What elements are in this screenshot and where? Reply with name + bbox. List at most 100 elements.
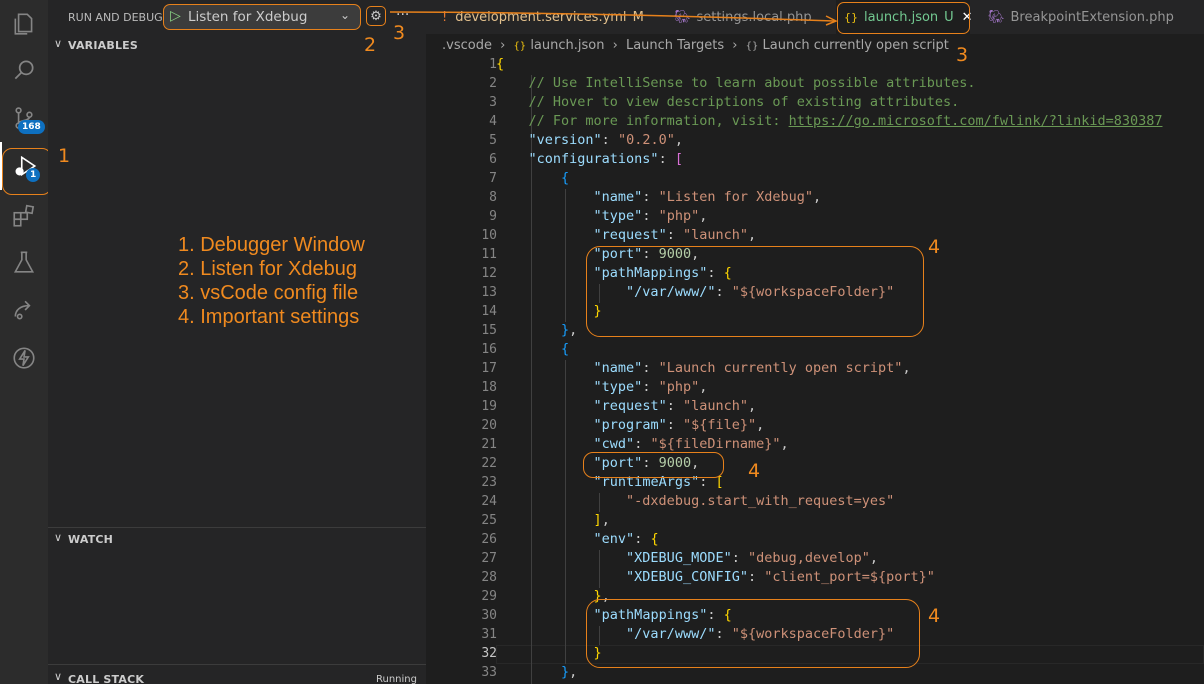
- line-number: 26: [481, 532, 497, 547]
- divider: [48, 664, 426, 665]
- search-icon[interactable]: [0, 46, 48, 94]
- line-number: 14: [481, 304, 497, 319]
- line-number: 8: [489, 190, 497, 205]
- annotation-3b: 3: [956, 44, 969, 66]
- remote-explorer-icon[interactable]: [0, 286, 48, 334]
- annotation-1: 1: [58, 145, 71, 167]
- object-icon: {}: [745, 41, 759, 52]
- line-number: 16: [481, 342, 497, 357]
- launch-json-highlight-box: [837, 2, 970, 34]
- call-stack-title: CALL STACK: [68, 673, 145, 684]
- line-number: 10: [481, 228, 497, 243]
- variables-title: VARIABLES: [68, 39, 138, 52]
- code-line[interactable]: {: [496, 341, 569, 357]
- line-number: 30: [481, 608, 497, 623]
- code-line[interactable]: },: [496, 322, 577, 338]
- debug-config-label: Listen for Xdebug: [188, 9, 308, 25]
- json-icon: {}: [513, 41, 527, 52]
- code-line[interactable]: // Hover to view descriptions of existin…: [496, 94, 960, 110]
- chevron-down-icon: ∨: [54, 531, 63, 544]
- line-number: 15: [481, 323, 497, 338]
- testing-icon[interactable]: [0, 238, 48, 286]
- legend-item-4: 4. Important settings: [178, 306, 360, 328]
- chevron-down-icon: ∨: [54, 37, 63, 50]
- chevron-right-icon: ›: [732, 38, 738, 53]
- code-line[interactable]: "type": "php",: [496, 379, 708, 395]
- explorer-icon[interactable]: [0, 0, 48, 48]
- code-line[interactable]: "program": "${file}",: [496, 417, 765, 433]
- debug-config-select[interactable]: ▷ Listen for Xdebug ⌄: [163, 4, 361, 30]
- code-line[interactable]: "XDEBUG_MODE": "debug,develop",: [496, 550, 878, 566]
- code-line[interactable]: // Use IntelliSense to learn about possi…: [496, 75, 976, 91]
- line-number: 3: [489, 95, 497, 110]
- line-number: 29: [481, 589, 497, 604]
- code-line[interactable]: "XDEBUG_CONFIG": "client_port=${port}": [496, 569, 935, 585]
- line-number: 2: [489, 76, 497, 91]
- chevron-right-icon: ›: [500, 38, 506, 53]
- code-line[interactable]: "request": "launch",: [496, 227, 757, 243]
- code-line[interactable]: {: [496, 56, 504, 72]
- activity-bar: 168 1: [0, 0, 52, 684]
- annotation-4b: 4: [748, 460, 761, 482]
- line-number: 25: [481, 513, 497, 528]
- legend-item-1: 1. Debugger Window: [178, 234, 365, 256]
- line-number: 17: [481, 361, 497, 376]
- tab-breakpoint-extension[interactable]: 🐘︎ BreakpointExtension.php: [970, 0, 1204, 34]
- line-number: 13: [481, 285, 497, 300]
- chevron-down-icon: ⌄: [340, 8, 351, 22]
- code-line[interactable]: "cwd": "${fileDirname}",: [496, 436, 789, 452]
- sidebar-title: RUN AND DEBUG: [68, 11, 163, 24]
- line-number: 31: [481, 627, 497, 642]
- line-number: 18: [481, 380, 497, 395]
- code-line[interactable]: "type": "php",: [496, 208, 708, 224]
- annotation-4c: 4: [928, 605, 941, 627]
- line-number: 21: [481, 437, 497, 452]
- legend-item-3: 3. vsCode config file: [178, 282, 359, 304]
- line-number: 1: [489, 57, 497, 72]
- line-number: 23: [481, 475, 497, 490]
- code-line[interactable]: "name": "Launch currently open script",: [496, 360, 911, 376]
- breadcrumb-item[interactable]: Launch Targets: [626, 38, 724, 53]
- debug-sidebar: RUN AND DEBUG ▷ Listen for Xdebug ⌄ ⚙ ··…: [48, 0, 426, 684]
- line-number: 4: [489, 114, 497, 129]
- extensions-icon[interactable]: [0, 192, 48, 240]
- code-line[interactable]: "configurations": [: [496, 151, 683, 167]
- settings-highlight-box: [586, 246, 924, 337]
- call-stack-section-header[interactable]: ∨ CALL STACK Running: [48, 668, 426, 684]
- watch-section-header[interactable]: ∨ WATCH: [48, 528, 426, 550]
- breadcrumb-item[interactable]: Launch currently open script: [763, 38, 949, 53]
- port-highlight-box: [583, 452, 724, 478]
- line-number: 11: [481, 247, 497, 262]
- line-number: 22: [481, 456, 497, 471]
- line-number: 12: [481, 266, 497, 281]
- code-line[interactable]: "env": {: [496, 531, 659, 547]
- code-editor[interactable]: 1{2 // Use IntelliSense to learn about p…: [426, 56, 1204, 684]
- source-control-icon[interactable]: 168: [0, 94, 48, 142]
- code-line[interactable]: "-dxdebug.start_with_request=yes": [496, 493, 894, 509]
- code-line[interactable]: "name": "Listen for Xdebug",: [496, 189, 822, 205]
- gear-icon[interactable]: ⚙: [366, 6, 386, 26]
- source-control-badge: 168: [18, 120, 45, 134]
- tab-label: BreakpointExtension.php: [1010, 9, 1174, 25]
- php-icon: 🐘︎: [988, 9, 1005, 25]
- line-number: 32: [481, 646, 497, 661]
- legend-item-2: 2. Listen for Xdebug: [178, 258, 358, 280]
- line-number: 28: [481, 570, 497, 585]
- breadcrumb-item[interactable]: .vscode: [442, 38, 492, 53]
- code-line[interactable]: // For more information, visit: https://…: [496, 113, 1163, 129]
- line-number: 24: [481, 494, 497, 509]
- chevron-down-icon: ∨: [54, 670, 63, 683]
- code-line[interactable]: "version": "0.2.0",: [496, 132, 683, 148]
- code-line[interactable]: },: [496, 664, 577, 680]
- lightning-icon[interactable]: [0, 334, 48, 382]
- code-line[interactable]: ],: [496, 512, 610, 528]
- code-line[interactable]: "request": "launch",: [496, 398, 757, 414]
- watch-title: WATCH: [68, 533, 114, 546]
- line-number: 5: [489, 133, 497, 148]
- code-line[interactable]: {: [496, 170, 569, 186]
- annotation-3: 3: [393, 22, 406, 44]
- annotation-2: 2: [364, 34, 377, 56]
- start-debug-play-icon[interactable]: ▷: [170, 8, 181, 24]
- breadcrumb-item[interactable]: launch.json: [530, 38, 604, 53]
- annotation-4a: 4: [928, 236, 941, 258]
